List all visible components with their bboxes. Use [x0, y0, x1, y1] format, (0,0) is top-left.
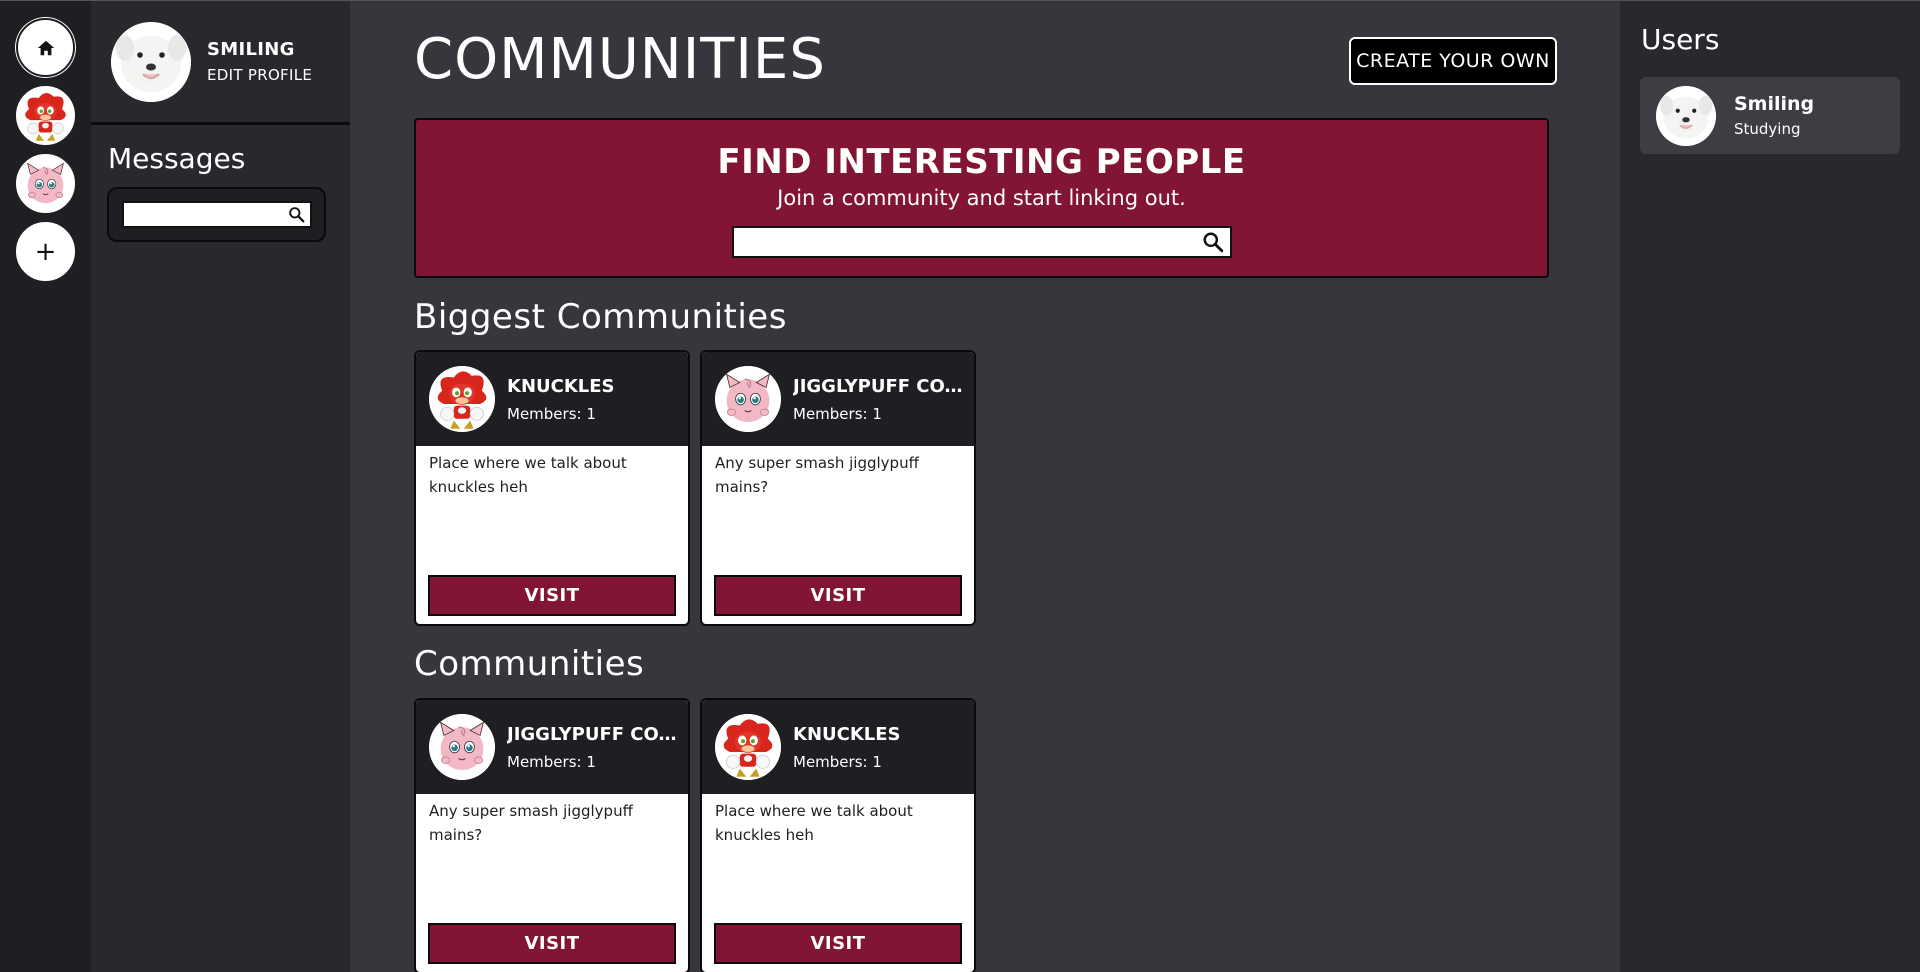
visit-button[interactable]: VISIT [428, 923, 676, 964]
community-avatar [429, 714, 495, 780]
community-avatar [429, 366, 495, 432]
communities-title: Communities [414, 644, 645, 684]
community-description: Place where we talk about knuckles heh [429, 454, 627, 496]
profile-name: SMILING [207, 39, 295, 60]
home-button[interactable] [16, 18, 75, 77]
visit-button[interactable]: VISIT [714, 923, 962, 964]
users-sidebar: Users Smiling Studying [1620, 1, 1920, 972]
create-community-button[interactable]: CREATE YOUR OWN [1349, 37, 1557, 85]
community-members: Members: 1 [507, 752, 596, 771]
edit-profile-link[interactable]: EDIT PROFILE [207, 66, 312, 84]
community-name: JIGGLYPUFF CO... [793, 375, 963, 397]
messages-search-box [121, 201, 312, 228]
profile-panel: SMILING EDIT PROFILE [91, 1, 350, 125]
biggest-communities-title: Biggest Communities [414, 297, 787, 337]
messages-search-input[interactable] [123, 203, 284, 226]
community-name: JIGGLYPUFF CO... [507, 723, 677, 745]
messages-title: Messages [108, 142, 246, 175]
dog-avatar-icon [1656, 86, 1716, 146]
home-icon [37, 40, 54, 55]
jigglypuff-icon [18, 155, 73, 213]
community-name: KNUCKLES [507, 375, 615, 397]
community-members: Members: 1 [507, 404, 596, 423]
server-button-jigglypuff[interactable] [16, 154, 75, 213]
plus-icon: + [34, 236, 57, 267]
dog-avatar-icon [111, 22, 191, 102]
banner-subheading: Join a community and start linking out. [777, 186, 1186, 210]
community-description: Any super smash jigglypuff mains? [429, 802, 633, 844]
jigglypuff-icon [429, 714, 495, 780]
community-description: Place where we talk about knuckles heh [715, 802, 913, 844]
user-status: Studying [1734, 120, 1801, 138]
community-name: KNUCKLES [793, 723, 901, 745]
add-server-button[interactable]: + [16, 222, 75, 281]
community-members: Members: 1 [793, 404, 882, 423]
community-card: KNUCKLES Members: 1 Place where we talk … [414, 350, 690, 626]
community-card: KNUCKLES Members: 1 Place where we talk … [700, 698, 976, 972]
community-search-input[interactable] [752, 228, 1212, 256]
knuckles-icon [715, 714, 781, 780]
search-icon[interactable] [288, 206, 305, 223]
community-card: JIGGLYPUFF CO... Members: 1 Any super sm… [414, 698, 690, 972]
community-description: Any super smash jigglypuff mains? [715, 454, 919, 496]
main-content: COMMUNITIES CREATE YOUR OWN FIND INTERES… [350, 1, 1620, 972]
visit-button[interactable]: VISIT [428, 575, 676, 616]
user-list-item[interactable]: Smiling Studying [1640, 77, 1900, 154]
server-button-knuckles[interactable] [16, 86, 75, 145]
knuckles-icon [18, 87, 73, 145]
server-rail: + [0, 1, 91, 972]
knuckles-icon [429, 366, 495, 432]
banner-heading: FIND INTERESTING PEOPLE [717, 142, 1246, 182]
community-avatar [715, 714, 781, 780]
users-title: Users [1641, 23, 1720, 56]
user-name: Smiling [1734, 93, 1815, 115]
community-card: JIGGLYPUFF CO... Members: 1 Any super sm… [700, 350, 976, 626]
jigglypuff-icon [715, 366, 781, 432]
direct-messages-sidebar: SMILING EDIT PROFILE Messages [91, 1, 350, 972]
avatar[interactable] [111, 21, 191, 102]
page-title: COMMUNITIES [414, 27, 826, 92]
visit-button[interactable]: VISIT [714, 575, 962, 616]
community-members: Members: 1 [793, 752, 882, 771]
community-search-box [732, 226, 1232, 258]
community-avatar [715, 366, 781, 432]
search-icon[interactable] [1202, 231, 1224, 253]
avatar [1656, 85, 1716, 146]
find-people-banner: FIND INTERESTING PEOPLE Join a community… [414, 118, 1549, 278]
messages-search-container [107, 187, 326, 242]
